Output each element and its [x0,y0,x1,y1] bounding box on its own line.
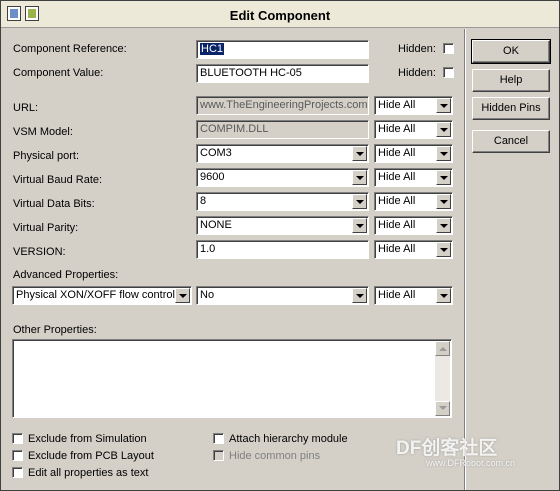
baud-rate-label: Virtual Baud Rate: [13,174,103,186]
chevron-down-icon[interactable] [436,98,451,113]
data-bits-visibility-value: Hide All [378,195,416,207]
chevron-down-icon[interactable] [436,146,451,161]
vsm-model-visibility-value: Hide All [378,123,416,135]
advanced-property-value: Physical XON/XOFF flow control [16,289,175,301]
help-button[interactable]: Help [472,69,550,92]
parity-label: Virtual Parity: [13,222,79,234]
advanced-properties-label: Advanced Properties: [13,269,119,281]
watermark-url: www.DFRobot.com.cn [426,458,516,468]
edit-all-text-label: Edit all properties as text [28,467,149,479]
vertical-scrollbar[interactable] [435,341,450,416]
chevron-down-icon[interactable] [352,288,367,303]
chevron-down-icon[interactable] [436,288,451,303]
chevron-down-icon[interactable] [436,242,451,257]
component-value-input[interactable]: BLUETOOTH HC-05 [196,64,369,83]
url-visibility-value: Hide All [378,99,416,111]
scroll-up-icon[interactable] [435,341,450,356]
reference-hidden-label: Hidden: [398,43,436,55]
chevron-down-icon[interactable] [436,218,451,233]
advanced-value-select[interactable]: No [196,286,369,305]
hide-common-pins-checkbox[interactable] [213,450,224,461]
baud-rate-visibility-value: Hide All [378,171,416,183]
version-visibility-value: Hide All [378,243,416,255]
version-input[interactable]: 1.0 [196,240,369,259]
physical-port-visibility-select[interactable]: Hide All [374,144,453,163]
physical-port-label: Physical port: [13,150,80,162]
data-bits-value: 8 [200,195,207,207]
vertical-divider [464,29,466,490]
attach-hierarchy-checkbox[interactable] [213,433,224,444]
data-bits-select[interactable]: 8 [196,192,369,211]
reference-hidden-checkbox[interactable] [443,43,454,54]
chevron-down-icon[interactable] [352,146,367,161]
component-reference-label: Component Reference: [13,43,127,55]
advanced-visibility-value: Hide All [378,289,416,301]
physical-port-select[interactable]: COM3 [196,144,369,163]
parity-select[interactable]: NONE [196,216,369,235]
vsm-model-input[interactable]: COMPIM.DLL [196,120,369,139]
parity-visibility-value: Hide All [378,219,416,231]
version-label: VERSION: [13,246,66,258]
parity-visibility-select[interactable]: Hide All [374,216,453,235]
chevron-down-icon[interactable] [436,170,451,185]
physical-port-visibility-value: Hide All [378,147,416,159]
url-visibility-select[interactable]: Hide All [374,96,453,115]
advanced-property-select[interactable]: Physical XON/XOFF flow control [12,286,192,305]
value-hidden-checkbox[interactable] [443,67,454,78]
hidden-pins-button[interactable]: Hidden Pins [472,97,550,120]
component-reference-value: HC1 [200,43,225,55]
chevron-down-icon[interactable] [175,288,190,303]
version-visibility-select[interactable]: Hide All [374,240,453,259]
window-title: Edit Component [229,8,331,23]
chevron-down-icon[interactable] [436,122,451,137]
exclude-simulation-label: Exclude from Simulation [28,433,147,445]
chevron-down-icon[interactable] [436,194,451,209]
watermark-logo: DF创客社区 [396,438,498,459]
advanced-value: No [200,289,215,301]
url-input[interactable]: www.TheEngineeringProjects.com [196,96,369,115]
physical-port-value: COM3 [200,147,232,159]
baud-rate-visibility-select[interactable]: Hide All [374,168,453,187]
data-bits-label: Virtual Data Bits: [13,198,95,210]
edit-component-dialog: Edit Component Component Reference: HC1 … [0,0,560,491]
ok-button[interactable]: OK [471,39,551,64]
component-value-label: Component Value: [13,67,104,79]
data-bits-visibility-select[interactable]: Hide All [374,192,453,211]
other-properties-label: Other Properties: [13,324,97,336]
scroll-down-icon[interactable] [435,401,450,416]
vsm-model-visibility-select[interactable]: Hide All [374,120,453,139]
exclude-pcb-label: Exclude from PCB Layout [28,450,154,462]
edit-all-text-checkbox[interactable] [12,467,23,478]
other-properties-textarea[interactable] [12,339,452,418]
exclude-pcb-checkbox[interactable] [12,450,23,461]
baud-rate-select[interactable]: 9600 [196,168,369,187]
parity-value: NONE [200,219,232,231]
exclude-simulation-checkbox[interactable] [12,433,23,444]
vsm-model-label: VSM Model: [13,126,73,138]
title-bar: Edit Component [1,1,559,28]
hide-common-pins-label: Hide common pins [229,450,321,462]
baud-rate-value: 9600 [200,171,225,183]
component-reference-input[interactable]: HC1 [196,40,369,59]
attach-hierarchy-label: Attach hierarchy module [229,433,348,445]
value-hidden-label: Hidden: [398,67,436,79]
cancel-button[interactable]: Cancel [472,130,550,153]
url-label: URL: [13,102,39,114]
chevron-down-icon[interactable] [352,218,367,233]
chevron-down-icon[interactable] [352,170,367,185]
advanced-visibility-select[interactable]: Hide All [374,286,453,305]
chevron-down-icon[interactable] [352,194,367,209]
